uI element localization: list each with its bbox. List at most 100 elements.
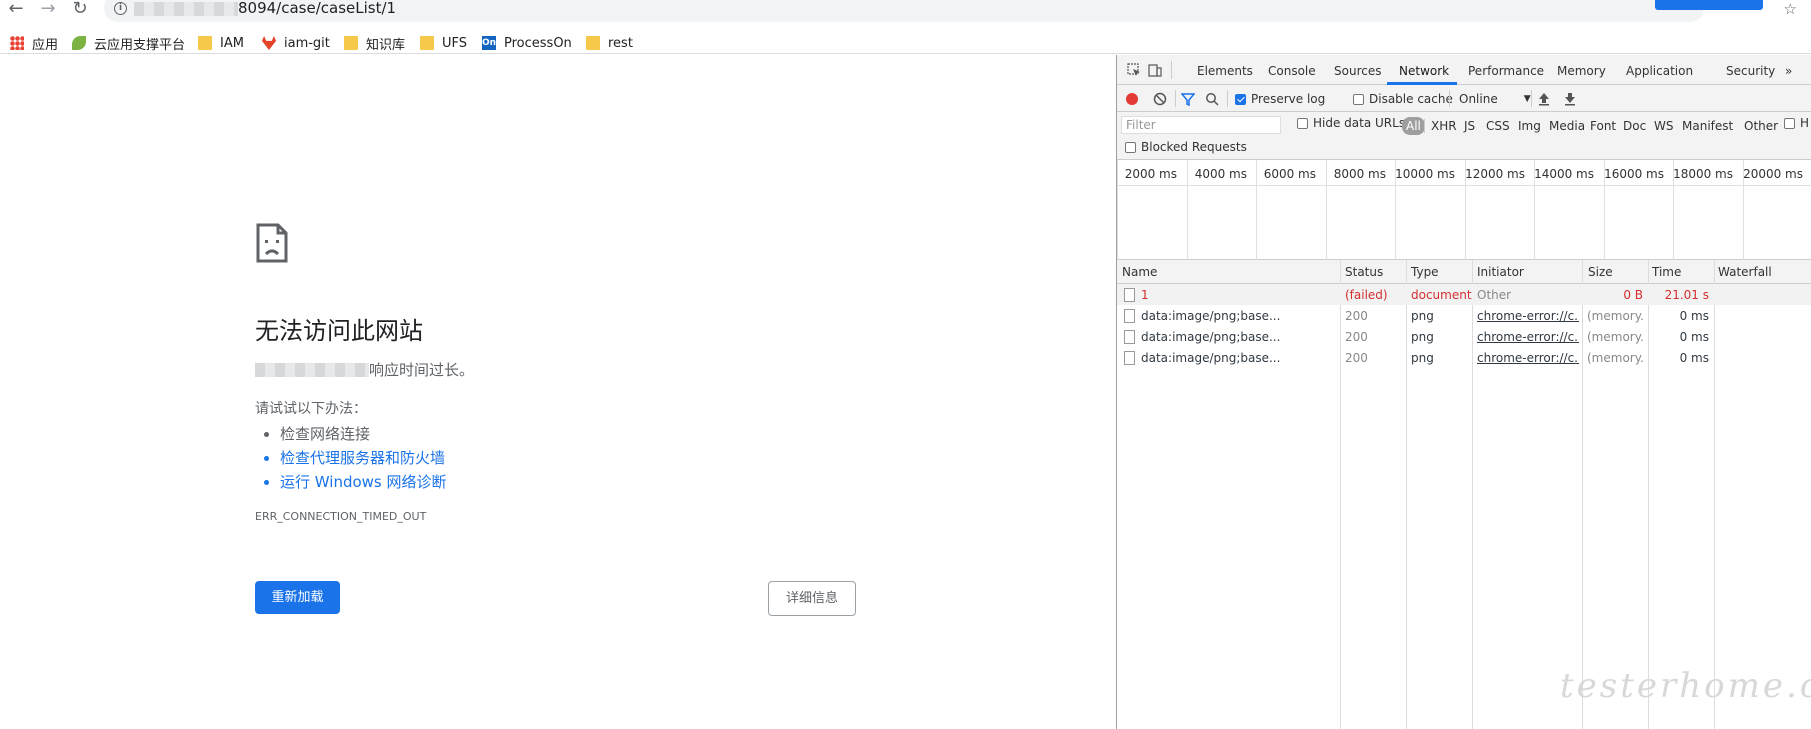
record-icon[interactable] xyxy=(1125,92,1139,106)
star-icon[interactable]: ☆ xyxy=(1784,0,1797,18)
devtools-panel: Elements Console Sources Network Perform… xyxy=(1116,55,1811,729)
network-overview-timeline[interactable]: 2000 ms 4000 ms 6000 ms 8000 ms 10000 ms… xyxy=(1117,160,1811,260)
cell-name: data:image/png;base... xyxy=(1141,309,1281,323)
cell-time: 0 ms xyxy=(1679,351,1709,365)
more-tabs-icon[interactable]: » xyxy=(1785,64,1792,78)
type-filter-ws[interactable]: WS xyxy=(1654,119,1673,133)
column-time[interactable]: Time xyxy=(1652,265,1681,279)
column-type[interactable]: Type xyxy=(1411,265,1439,279)
folder-icon xyxy=(198,36,212,50)
checkbox-unchecked[interactable] xyxy=(1125,141,1136,153)
bookmark-ufs[interactable]: UFS xyxy=(420,34,467,52)
table-row[interactable]: 1 (failed) document Other 0 B 21.01 s xyxy=(1117,284,1811,305)
bookmark-processon[interactable]: On ProcessOn xyxy=(482,34,572,52)
bookmark-iam-git[interactable]: iam-git xyxy=(262,34,330,52)
extension-badge[interactable] xyxy=(1655,0,1763,10)
cell-name: data:image/png;base... xyxy=(1141,330,1281,344)
tab-network[interactable]: Network xyxy=(1399,64,1449,78)
omnibox[interactable]: i 8094/case/caseList/1 xyxy=(104,0,1704,22)
tab-memory[interactable]: Memory xyxy=(1557,64,1606,78)
device-toolbar-icon[interactable] xyxy=(1148,63,1162,77)
column-status[interactable]: Status xyxy=(1345,265,1383,279)
preserve-log-label: Preserve log xyxy=(1251,92,1326,106)
type-filter-font[interactable]: Font xyxy=(1590,119,1616,133)
inspect-element-icon[interactable] xyxy=(1127,63,1141,77)
table-row[interactable]: data:image/png;base... 200 png chrome-er… xyxy=(1117,326,1811,347)
bookmark-label: IAM xyxy=(220,35,244,51)
suggestion-list: 检查网络连接 检查代理服务器和防火墙 运行 Windows 网络诊断 xyxy=(280,422,447,494)
cell-initiator-link[interactable]: chrome-error://c... xyxy=(1477,309,1579,323)
tab-console[interactable]: Console xyxy=(1268,64,1316,78)
bookmark-label: 应用 xyxy=(32,37,59,53)
hide-data-urls-label: Hide data URLs xyxy=(1313,116,1406,130)
bookmark-label: UFS xyxy=(442,35,468,51)
table-row[interactable]: data:image/png;base... 200 png chrome-er… xyxy=(1117,347,1811,368)
bookmark-iam[interactable]: IAM xyxy=(198,34,244,52)
chevron-down-icon: ▼ xyxy=(1523,94,1531,104)
suggestion-check-proxy-link[interactable]: 检查代理服务器和防火墙 xyxy=(280,446,447,470)
export-har-icon[interactable] xyxy=(1563,92,1577,106)
column-initiator[interactable]: Initiator xyxy=(1477,265,1524,279)
type-filter-doc[interactable]: Doc xyxy=(1623,119,1646,133)
clear-icon[interactable] xyxy=(1153,92,1167,106)
bookmark-label: iam-git xyxy=(284,35,330,51)
tab-sources[interactable]: Sources xyxy=(1334,64,1381,78)
type-filter-js[interactable]: JS xyxy=(1464,119,1475,133)
disable-cache-checkbox[interactable]: Disable cache xyxy=(1353,92,1453,106)
has-blocked-cookies-checkbox[interactable]: H xyxy=(1784,116,1809,130)
cell-time: 0 ms xyxy=(1679,309,1709,323)
checkbox-unchecked[interactable] xyxy=(1784,117,1795,129)
preserve-log-checkbox[interactable]: Preserve log xyxy=(1235,92,1325,106)
reload-icon[interactable]: ↻ xyxy=(68,0,92,20)
import-har-icon[interactable] xyxy=(1537,92,1551,106)
bookmark-knowledge-base[interactable]: 知识库 xyxy=(344,34,405,53)
timeline-header-divider xyxy=(1117,185,1811,186)
type-filter-css[interactable]: CSS xyxy=(1486,119,1510,133)
type-filter-img[interactable]: Img xyxy=(1518,119,1541,133)
bookmark-apps[interactable]: 应用 xyxy=(10,34,59,53)
checkbox-unchecked[interactable] xyxy=(1353,93,1364,105)
tab-elements[interactable]: Elements xyxy=(1197,64,1253,78)
hide-data-urls-checkbox[interactable]: Hide data URLs xyxy=(1297,116,1405,130)
network-filter-bar: Filter Hide data URLs All XHR JS CSS Img… xyxy=(1117,112,1811,160)
details-button[interactable]: 详细信息 xyxy=(768,581,856,616)
extra-checkbox-label: H xyxy=(1800,116,1810,130)
tab-performance[interactable]: Performance xyxy=(1468,64,1544,78)
processon-icon: On xyxy=(482,36,497,50)
throttle-select[interactable]: Online ▼ xyxy=(1459,92,1531,106)
cell-initiator-link[interactable]: chrome-error://c... xyxy=(1477,351,1579,365)
type-filter-all[interactable]: All xyxy=(1402,117,1425,135)
url-text[interactable]: 8094/case/caseList/1 xyxy=(238,0,396,17)
arrow-right-icon[interactable]: → xyxy=(36,0,60,20)
column-name[interactable]: Name xyxy=(1122,265,1157,279)
type-filter-manifest[interactable]: Manifest xyxy=(1682,119,1733,133)
folder-icon xyxy=(344,36,358,50)
reload-button[interactable]: 重新加载 xyxy=(255,581,340,614)
try-label: 请试试以下办法： xyxy=(255,401,367,417)
error-code: ERR_CONNECTION_TIMED_OUT xyxy=(255,510,427,523)
cell-size: (memory... xyxy=(1587,351,1645,365)
filter-icon[interactable] xyxy=(1181,92,1195,106)
table-row[interactable]: data:image/png;base... 200 png chrome-er… xyxy=(1117,305,1811,326)
bookmark-cloud-platform[interactable]: 云应用支撑平台 xyxy=(72,34,185,53)
image-file-icon xyxy=(1124,330,1135,344)
tab-application[interactable]: Application xyxy=(1626,64,1693,78)
info-icon[interactable]: i xyxy=(114,2,127,15)
suggestion-run-diagnostics-link[interactable]: 运行 Windows 网络诊断 xyxy=(280,470,447,494)
column-size[interactable]: Size xyxy=(1588,265,1613,279)
type-filter-xhr[interactable]: XHR xyxy=(1431,119,1457,133)
type-filter-media[interactable]: Media xyxy=(1549,119,1585,133)
filter-input[interactable]: Filter xyxy=(1121,116,1281,134)
bookmark-rest[interactable]: rest xyxy=(586,34,633,52)
cell-initiator-link[interactable]: chrome-error://c... xyxy=(1477,330,1579,344)
column-waterfall[interactable]: Waterfall xyxy=(1718,265,1772,279)
checkbox-checked[interactable] xyxy=(1235,93,1246,105)
search-icon[interactable] xyxy=(1205,92,1219,106)
timeline-tick-label: 8000 ms xyxy=(1333,167,1386,181)
type-filter-other[interactable]: Other xyxy=(1744,119,1778,133)
cell-status: 200 xyxy=(1345,351,1368,365)
arrow-left-icon[interactable]: ← xyxy=(4,0,28,20)
checkbox-unchecked[interactable] xyxy=(1297,117,1308,129)
tab-security[interactable]: Security xyxy=(1726,64,1775,78)
blocked-requests-checkbox[interactable]: Blocked Requests xyxy=(1125,140,1247,154)
